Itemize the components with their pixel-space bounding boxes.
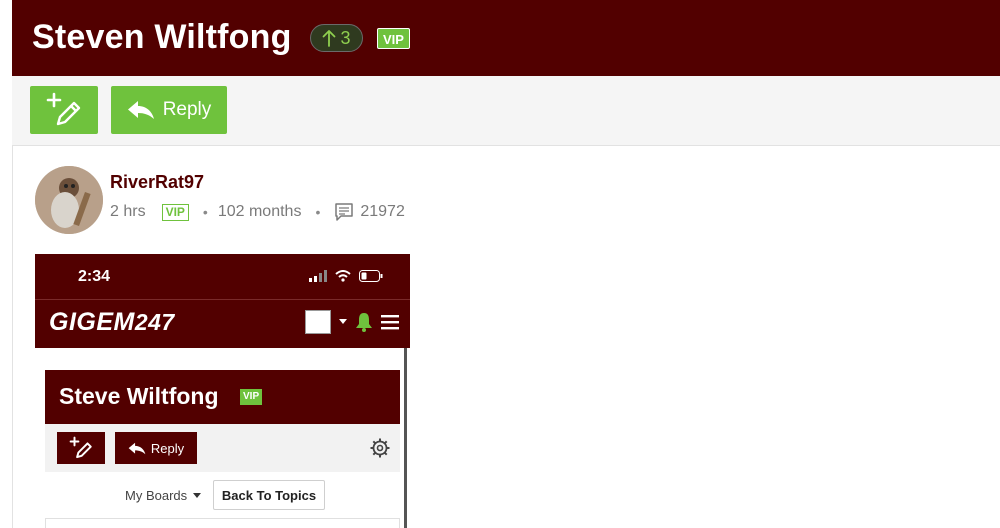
author-message-count: 21972 [360, 203, 405, 220]
new-post-button[interactable] [30, 86, 98, 134]
image-back-to-topics: Back To Topics [213, 480, 325, 510]
reply-button-label: Reply [162, 99, 212, 120]
image-status-icons [309, 270, 383, 282]
image-app-header: 2:34 GIGEM247 [35, 254, 410, 348]
gear-icon [370, 438, 390, 458]
bell-icon [356, 313, 372, 332]
topic-header: Steven Wiltfong 3 VIP [12, 0, 1000, 76]
post-author[interactable]: RiverRat97 [110, 172, 204, 193]
reply-button[interactable]: Reply [111, 86, 227, 134]
wifi-icon [335, 270, 351, 282]
vip-badge: VIP [377, 28, 410, 49]
reply-arrow-icon [127, 101, 154, 119]
image-topic-title: Steve Wiltfong [59, 383, 219, 409]
image-content-box [45, 518, 400, 528]
image-user-avatar [305, 310, 331, 334]
image-topic-header: Steve Wiltfong VIP [45, 370, 400, 424]
image-reply-button: Reply [115, 432, 197, 464]
battery-icon [359, 270, 383, 282]
image-new-post-button [57, 432, 105, 464]
image-site-logo: GIGEM247 [49, 308, 175, 337]
separator-dot: • [315, 204, 321, 220]
caret-down-icon [339, 319, 347, 324]
caret-down-icon [193, 492, 202, 498]
page-title: Steven Wiltfong [32, 18, 292, 56]
image-vip-badge: VIP [240, 389, 263, 405]
pencil-plus-icon [69, 436, 92, 459]
image-logo-text: GIGEM [49, 308, 135, 336]
signal-icon [309, 270, 327, 282]
post: RiverRat97 2 hrs VIP • 102 months • 2197… [12, 146, 1000, 528]
image-divider [35, 299, 410, 300]
vote-count: 3 [340, 27, 351, 48]
post-image[interactable]: 2:34 GIGEM247 Steve Wiltfong VIP Reply M… [35, 254, 410, 528]
avatar[interactable] [35, 166, 103, 234]
image-reply-label: Reply [150, 440, 185, 456]
menu-icon [381, 315, 399, 330]
image-toolbar: Reply [45, 424, 400, 472]
post-time: 2 hrs [110, 203, 146, 220]
image-logo-suffix: 247 [134, 309, 175, 335]
image-status-time: 2:34 [78, 268, 111, 285]
image-my-boards: My Boards [125, 488, 202, 503]
separator-dot: • [202, 204, 208, 220]
image-nav-icons [305, 310, 399, 334]
post-meta: 2 hrs VIP • 102 months • 21972 [110, 202, 405, 222]
page: Steven Wiltfong 3 VIP Reply RiverRat97 2… [0, 0, 1000, 528]
image-edge-line [404, 348, 407, 528]
upvote-button[interactable]: 3 [310, 24, 363, 52]
author-tenure: 102 months [217, 203, 302, 220]
post-toolbar: Reply [12, 76, 1000, 146]
pencil-plus-icon [46, 92, 81, 126]
message-icon [335, 203, 354, 221]
reply-arrow-icon [128, 442, 146, 454]
arrow-up-icon [323, 30, 336, 47]
author-vip-badge: VIP [161, 203, 189, 221]
image-my-boards-label: My Boards [125, 488, 188, 503]
